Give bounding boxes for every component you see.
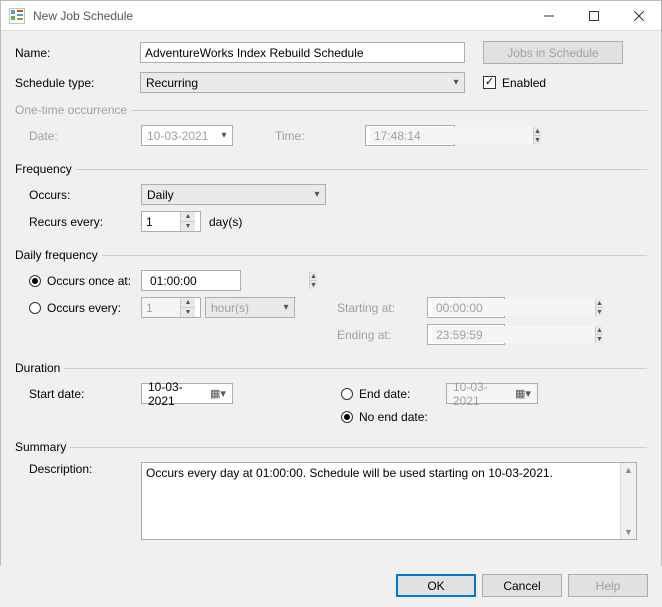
summary-legend: Summary	[15, 440, 70, 454]
daily-frequency-group: Daily frequency Occurs once at: ▲▼ Occur…	[15, 248, 647, 351]
daily-frequency-legend: Daily frequency	[15, 248, 102, 262]
occurs-once-time-value[interactable]	[146, 272, 309, 289]
onetime-date-value: 10-03-2021	[147, 129, 208, 143]
occurs-every-label: Occurs every:	[47, 301, 121, 315]
jobs-in-schedule-button: Jobs in Schedule	[483, 41, 623, 64]
occurs-every-radio[interactable]: Occurs every:	[29, 301, 141, 315]
chevron-down-icon: ▾	[278, 302, 294, 313]
minimize-button[interactable]	[526, 1, 571, 30]
occurs-every-unit-value: hour(s)	[211, 301, 249, 315]
description-label: Description:	[29, 462, 141, 476]
scroll-down-icon[interactable]: ▼	[621, 525, 636, 539]
occurs-label: Occurs:	[29, 188, 141, 202]
end-date-radio[interactable]: End date:	[341, 387, 446, 401]
starting-at-field: ▲▼	[427, 297, 505, 318]
description-box[interactable]: Occurs every day at 01:00:00. Schedule w…	[141, 462, 637, 540]
occurs-value: Daily	[147, 188, 174, 202]
dialog-footer: OK Cancel Help	[0, 566, 662, 607]
spinner-icon: ▲▼	[595, 326, 603, 343]
occurs-once-time-field[interactable]: ▲▼	[141, 270, 241, 291]
schedule-type-value: Recurring	[146, 76, 198, 90]
occurs-once-label: Occurs once at:	[47, 274, 131, 288]
spinner-icon: ▲▼	[180, 298, 195, 317]
spinner-icon: ▲▼	[595, 299, 603, 316]
spinner-icon: ▲▼	[533, 127, 541, 144]
spinner-icon[interactable]: ▲▼	[180, 212, 195, 231]
enabled-checkbox[interactable]: Enabled	[483, 76, 546, 90]
chevron-down-icon: ▾	[448, 77, 464, 88]
start-date-field[interactable]: 10-03-2021 ▦▾	[141, 383, 233, 404]
end-date-label: End date:	[359, 387, 410, 401]
description-text: Occurs every day at 01:00:00. Schedule w…	[146, 466, 553, 480]
maximize-button[interactable]	[571, 1, 616, 30]
date-label: Date:	[29, 129, 141, 143]
close-button[interactable]	[616, 1, 661, 30]
onetime-date-field: 10-03-2021 ▾	[141, 125, 233, 146]
onetime-legend: One-time occurrence	[15, 103, 131, 117]
chevron-down-icon: ▾	[309, 189, 325, 200]
app-icon	[9, 8, 25, 24]
chevron-down-icon: ▾	[216, 130, 232, 141]
name-input[interactable]	[140, 42, 465, 63]
onetime-time-field: ▲▼	[365, 125, 455, 146]
frequency-group: Frequency Occurs: Daily ▾ Recurs every: …	[15, 162, 647, 238]
recurs-every-input[interactable]: ▲▼	[141, 211, 201, 232]
no-end-date-label: No end date:	[359, 410, 428, 424]
occurs-once-radio[interactable]: Occurs once at:	[29, 274, 141, 288]
ending-at-label: Ending at:	[337, 328, 427, 342]
days-unit-label: day(s)	[209, 215, 242, 229]
ending-at-field: ▲▼	[427, 324, 505, 345]
duration-legend: Duration	[15, 361, 64, 375]
occurs-every-unit-select: hour(s) ▾	[205, 297, 295, 318]
end-date-field: 10-03-2021 ▦▾	[446, 383, 538, 404]
name-label: Name:	[15, 46, 140, 60]
duration-group: Duration Start date: 10-03-2021 ▦▾ End d…	[15, 361, 647, 430]
occurs-select[interactable]: Daily ▾	[141, 184, 326, 205]
schedule-type-select[interactable]: Recurring ▾	[140, 72, 465, 93]
window-title: New Job Schedule	[33, 9, 526, 23]
onetime-time-value	[370, 127, 533, 144]
frequency-legend: Frequency	[15, 162, 76, 176]
end-date-value: 10-03-2021	[451, 380, 513, 408]
start-date-value: 10-03-2021	[146, 380, 208, 408]
help-button: Help	[568, 574, 648, 597]
spinner-icon[interactable]: ▲▼	[309, 272, 317, 289]
radio-icon	[29, 275, 41, 287]
scroll-up-icon[interactable]: ▲	[621, 463, 636, 477]
recurs-every-value[interactable]	[142, 212, 180, 231]
summary-group: Summary Description: Occurs every day at…	[15, 440, 647, 546]
enabled-label: Enabled	[502, 76, 546, 90]
schedule-type-label: Schedule type:	[15, 76, 140, 90]
ok-button[interactable]: OK	[396, 574, 476, 597]
checkbox-icon	[483, 76, 496, 89]
radio-icon	[341, 388, 353, 400]
ending-at-value	[432, 326, 595, 343]
no-end-date-radio[interactable]: No end date:	[341, 410, 428, 424]
starting-at-value	[432, 299, 595, 316]
occurs-every-num-input: ▲▼	[141, 297, 201, 318]
start-date-label: Start date:	[29, 387, 141, 401]
onetime-group: One-time occurrence Date: 10-03-2021 ▾ T…	[15, 103, 647, 152]
scrollbar[interactable]: ▲ ▼	[620, 463, 636, 539]
time-label: Time:	[275, 129, 365, 143]
cancel-button[interactable]: Cancel	[482, 574, 562, 597]
occurs-every-num-value	[142, 298, 180, 317]
radio-icon	[341, 411, 353, 423]
titlebar: New Job Schedule	[1, 1, 661, 31]
calendar-icon: ▦▾	[513, 387, 533, 400]
calendar-icon: ▦▾	[208, 387, 228, 400]
radio-icon	[29, 302, 41, 314]
starting-at-label: Starting at:	[337, 301, 427, 315]
recurs-every-label: Recurs every:	[29, 215, 141, 229]
